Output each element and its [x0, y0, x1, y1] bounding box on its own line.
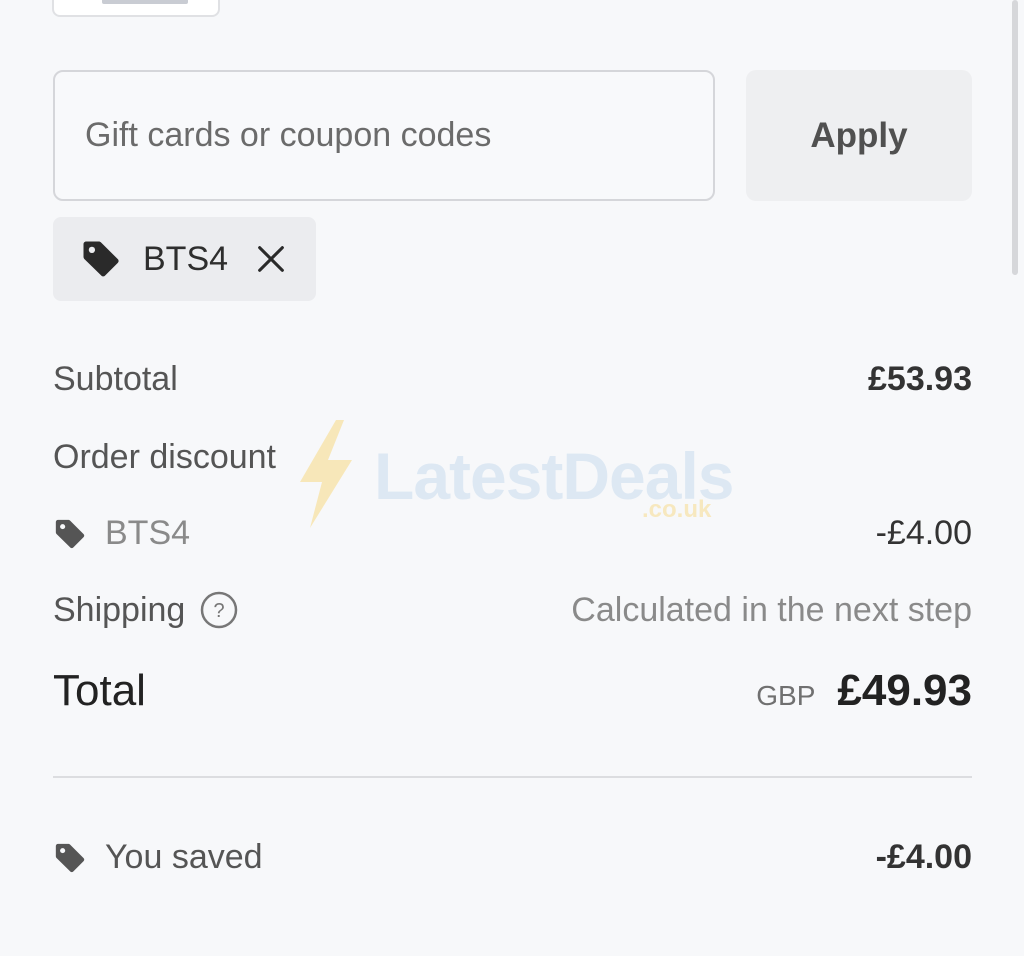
subtotal-label: Subtotal — [53, 360, 178, 398]
saved-label: You saved — [105, 838, 263, 876]
total-label: Total — [53, 666, 146, 715]
order-discount-label: Order discount — [53, 438, 276, 476]
product-thumbnail — [52, 0, 220, 17]
shipping-value: Calculated in the next step — [571, 590, 972, 629]
remove-code-icon[interactable] — [254, 242, 288, 276]
apply-button[interactable]: Apply — [746, 70, 972, 201]
savings-row: You saved -£4.00 — [53, 838, 972, 877]
shipping-label: Shipping — [53, 590, 186, 629]
applied-discount-chip: BTS4 — [53, 217, 316, 301]
subtotal-value: £53.93 — [868, 360, 972, 398]
help-icon[interactable]: ? — [199, 590, 239, 630]
coupon-code-input[interactable] — [53, 70, 715, 201]
subtotal-row: Subtotal £53.93 — [53, 360, 972, 399]
tag-icon — [53, 841, 87, 875]
tag-icon — [80, 238, 122, 280]
shipping-row: Shipping ? Calculated in the next step — [53, 590, 972, 630]
saved-value: -£4.00 — [875, 838, 972, 876]
divider — [53, 776, 972, 778]
currency-code: GBP — [756, 680, 816, 711]
svg-text:?: ? — [214, 600, 225, 622]
order-discount-row: Order discount — [53, 438, 972, 477]
discount-code-label: BTS4 — [105, 514, 191, 552]
applied-code-label: BTS4 — [143, 239, 229, 278]
tag-icon — [53, 517, 87, 551]
total-row: Total GBP £49.93 — [53, 666, 972, 716]
discount-value: -£4.00 — [875, 514, 972, 552]
discount-code-row: BTS4 -£4.00 — [53, 514, 972, 553]
total-value: £49.93 — [837, 666, 972, 715]
scrollbar[interactable] — [1012, 0, 1018, 275]
product-image — [102, 0, 188, 4]
